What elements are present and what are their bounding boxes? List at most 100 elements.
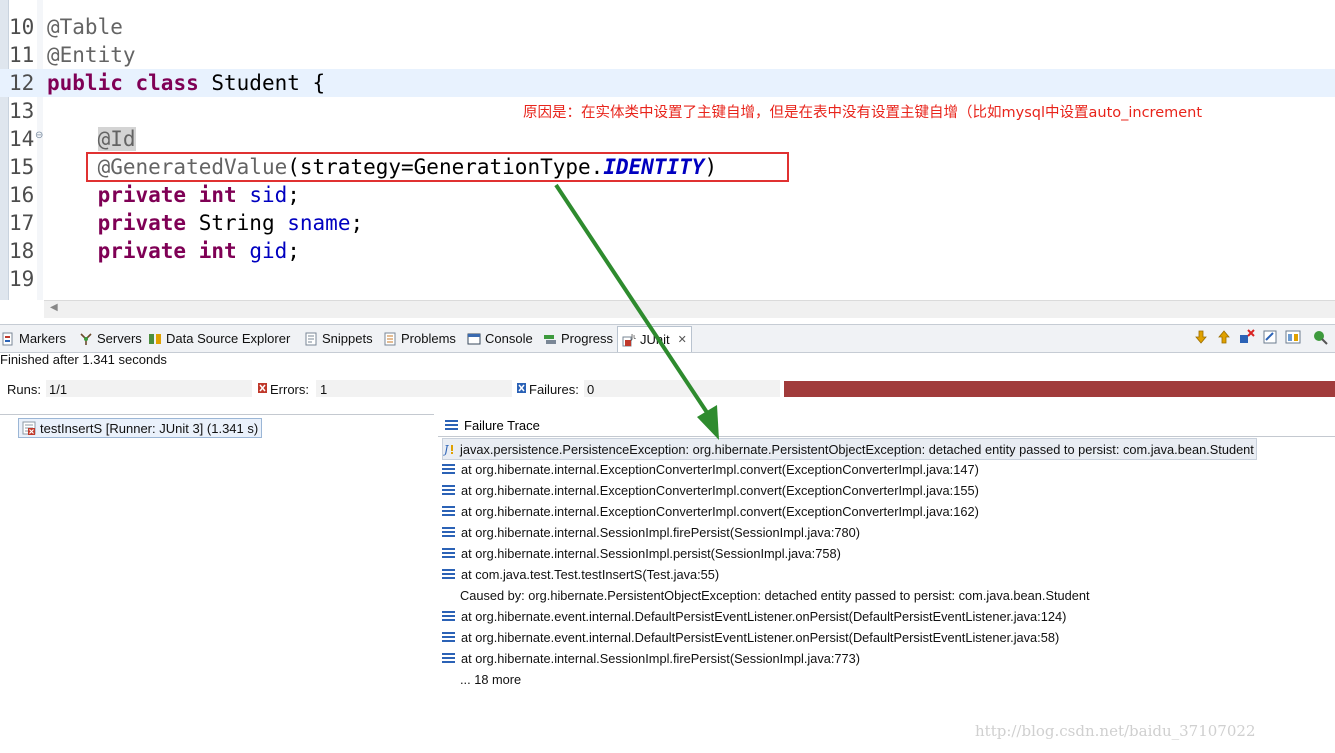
trace-row[interactable]: ... 18 more bbox=[460, 669, 521, 689]
tab-label: Markers bbox=[19, 331, 66, 346]
trace-row[interactable]: at org.hibernate.internal.SessionImpl.pe… bbox=[442, 543, 841, 563]
failure-trace-header: Failure Trace bbox=[438, 414, 1335, 437]
code-line[interactable]: 17 private String sname; bbox=[0, 209, 1335, 237]
trace-row[interactable]: at org.hibernate.internal.ExceptionConve… bbox=[442, 501, 979, 521]
trace-text: at org.hibernate.internal.ExceptionConve… bbox=[461, 503, 979, 519]
scroll-left-icon[interactable]: ◀ bbox=[50, 302, 58, 313]
errors-field bbox=[316, 380, 512, 397]
stack-frame-icon bbox=[442, 568, 455, 580]
tab-junit[interactable]: Ju JUnit ✕ bbox=[617, 326, 692, 352]
code-token: sname bbox=[287, 211, 351, 235]
trace-row[interactable]: Jjavax.persistence.PersistenceException:… bbox=[442, 438, 1257, 460]
trace-text: at org.hibernate.event.internal.DefaultP… bbox=[461, 629, 1060, 645]
trace-text: at org.hibernate.internal.SessionImpl.fi… bbox=[461, 650, 861, 666]
tab-console[interactable]: Console bbox=[467, 328, 533, 349]
tab-label: Snippets bbox=[322, 331, 373, 346]
runs-value: 1/1 bbox=[49, 382, 68, 397]
failure-trace-title: Failure Trace bbox=[464, 417, 540, 433]
trace-row[interactable]: at org.hibernate.event.internal.DefaultP… bbox=[442, 627, 1059, 647]
trace-row[interactable]: at org.hibernate.internal.SessionImpl.fi… bbox=[442, 648, 860, 668]
tab-snippets[interactable]: Snippets bbox=[304, 328, 373, 349]
tab-label: Servers bbox=[97, 331, 142, 346]
previous-failure-icon[interactable] bbox=[1216, 329, 1232, 345]
trace-row[interactable]: at org.hibernate.internal.SessionImpl.fi… bbox=[442, 522, 860, 542]
line-number: 12 bbox=[9, 71, 35, 95]
progress-icon bbox=[543, 332, 557, 346]
failure-trace-panel: Failure Trace Jjavax.persistence.Persist… bbox=[438, 414, 1335, 752]
next-failure-icon[interactable] bbox=[1193, 329, 1209, 345]
markers-icon bbox=[1, 332, 15, 346]
trace-text: Caused by: org.hibernate.PersistentObjec… bbox=[460, 587, 1090, 603]
stack-frame-icon bbox=[442, 547, 455, 559]
code-token: ; bbox=[287, 239, 300, 263]
code-token: sid bbox=[249, 183, 288, 207]
errors-value: 1 bbox=[320, 382, 328, 397]
console-icon bbox=[467, 332, 481, 346]
trace-text: at com.java.test.Test.testInsertS(Test.j… bbox=[461, 566, 720, 582]
code-text: private int sid; bbox=[47, 183, 300, 207]
code-line[interactable]: 10 @Table bbox=[0, 13, 1335, 41]
trace-row[interactable]: at com.java.test.Test.testInsertS(Test.j… bbox=[442, 564, 719, 584]
tab-servers[interactable]: Servers bbox=[79, 328, 142, 349]
code-line[interactable]: 19 bbox=[0, 265, 1335, 293]
tab-data-source-explorer[interactable]: Data Source Explorer bbox=[148, 328, 290, 349]
runs-label: Runs: bbox=[7, 382, 41, 397]
failure-icon bbox=[517, 381, 526, 396]
view-tab-bar: Markers Servers Data Source Explorer Snippe… bbox=[0, 324, 1335, 353]
code-line[interactable]: 18 private int gid; bbox=[0, 237, 1335, 265]
code-editor[interactable]: 10 @Table 11 @Entity 12 public class Student … bbox=[0, 0, 1335, 318]
scroll-lock-icon[interactable] bbox=[1262, 329, 1278, 345]
annotation-note: 原因是：在实体类中设置了主键自增，但是在表中没有设置主键自增（比如mysql中设… bbox=[523, 105, 1203, 121]
test-tree-item[interactable]: testInsertS [Runner: JUnit 3] (1.341 s) bbox=[18, 418, 263, 438]
trace-text: at org.hibernate.internal.SessionImpl.fi… bbox=[461, 524, 861, 540]
layout-icon[interactable] bbox=[1285, 329, 1301, 345]
trace-row[interactable]: at org.hibernate.internal.ExceptionConve… bbox=[442, 459, 979, 479]
rerun-test-icon[interactable] bbox=[1312, 329, 1328, 345]
trace-row[interactable]: Caused by: org.hibernate.PersistentObjec… bbox=[460, 585, 1090, 605]
tab-label: JUnit bbox=[640, 332, 670, 347]
stack-frame-icon bbox=[442, 505, 455, 517]
test-error-icon bbox=[22, 421, 36, 435]
svg-text:J: J bbox=[443, 443, 449, 456]
code-token: gid bbox=[249, 239, 288, 263]
code-line[interactable]: 11 @Entity bbox=[0, 41, 1335, 69]
snippets-icon bbox=[304, 332, 318, 346]
line-number: 14 bbox=[9, 127, 35, 151]
trace-row[interactable]: at org.hibernate.event.internal.DefaultP… bbox=[442, 606, 1066, 626]
tab-label: Progress bbox=[561, 331, 614, 346]
junit-icon: Ju bbox=[622, 333, 638, 347]
tab-markers[interactable]: Markers bbox=[1, 328, 66, 349]
line-number: 19 bbox=[9, 267, 35, 291]
stack-frame-icon bbox=[442, 526, 455, 538]
finished-status: Finished after 1.341 seconds bbox=[0, 352, 167, 367]
code-token: private bbox=[97, 211, 187, 235]
show-failures-only-icon[interactable] bbox=[1239, 329, 1255, 345]
code-token: ; bbox=[350, 211, 364, 235]
test-tree-panel: testInsertS [Runner: JUnit 3] (1.341 s) bbox=[0, 414, 434, 753]
code-token: Student { bbox=[198, 71, 326, 95]
code-token: @Table bbox=[47, 15, 123, 39]
code-line[interactable]: 14 ⊖ @Id bbox=[0, 125, 1335, 153]
horizontal-scrollbar[interactable]: ◀ bbox=[44, 300, 1335, 318]
tab-problems[interactable]: Problems bbox=[383, 328, 456, 349]
stack-frame-icon bbox=[442, 463, 455, 475]
fold-icon[interactable]: ⊖ bbox=[35, 130, 43, 141]
tab-label: Data Source Explorer bbox=[166, 331, 291, 346]
code-token: private bbox=[97, 239, 187, 263]
code-line[interactable]: 16 private int sid; bbox=[0, 181, 1335, 209]
trace-row[interactable]: at org.hibernate.internal.ExceptionConve… bbox=[442, 480, 979, 500]
stack-frame-icon bbox=[442, 631, 455, 643]
line-number: 16 bbox=[9, 183, 35, 207]
highlight-box bbox=[86, 152, 789, 182]
code-line[interactable]: 12 public class Student { bbox=[0, 69, 1335, 97]
code-token: int bbox=[198, 183, 237, 207]
tab-progress[interactable]: Progress bbox=[543, 328, 613, 349]
test-progress-bar bbox=[784, 381, 1335, 397]
runs-field bbox=[46, 380, 252, 397]
failures-value: 0 bbox=[587, 382, 595, 397]
close-tab-icon[interactable]: ✕ bbox=[678, 333, 687, 346]
tab-label: Problems bbox=[401, 331, 456, 346]
